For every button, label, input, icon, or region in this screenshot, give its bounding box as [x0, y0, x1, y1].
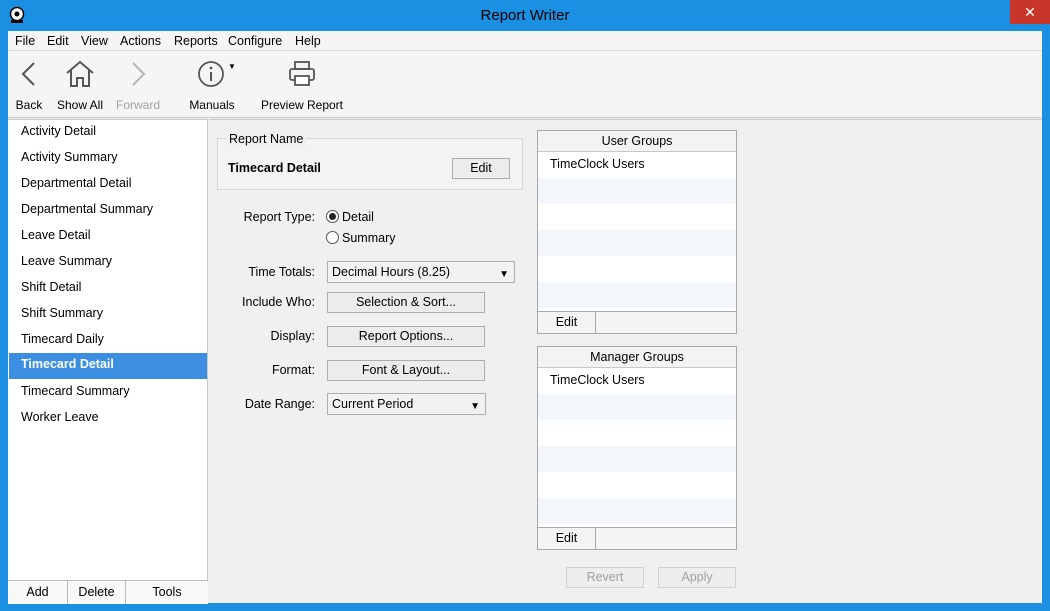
back-label: Back [15, 98, 43, 112]
manager-groups-edit-button[interactable]: Edit [538, 528, 596, 549]
include-who-label: Include Who: [242, 295, 315, 309]
close-button[interactable]: ✕ [1010, 0, 1050, 24]
radio-summary-label[interactable]: Summary [342, 231, 395, 245]
sidebar-item-worker-leave[interactable]: Worker Leave [9, 406, 207, 432]
report-type-label: Report Type: [243, 210, 315, 224]
list-item [538, 204, 736, 230]
user-groups-edit-button[interactable]: Edit [538, 312, 596, 333]
sidebar-item-departmental-summary[interactable]: Departmental Summary [9, 198, 207, 224]
report-list-sidebar: Activity Detail Activity Summary Departm… [8, 119, 208, 604]
date-range-label: Date Range: [244, 397, 315, 411]
manuals-dropdown-icon[interactable]: ▼ [228, 62, 236, 71]
date-range-value: Current Period [332, 397, 414, 411]
radio-detail[interactable] [326, 210, 339, 223]
menu-view[interactable]: View [81, 34, 108, 48]
menu-edit[interactable]: Edit [47, 34, 69, 48]
chevron-down-icon: ▼ [499, 269, 509, 280]
delete-button[interactable]: Delete [68, 581, 126, 604]
sidebar-footer: Add Delete Tools [8, 580, 208, 604]
tools-button[interactable]: Tools [126, 581, 208, 604]
list-item [538, 394, 736, 420]
report-name-legend: Report Name [226, 132, 307, 146]
list-item [538, 498, 736, 524]
forward-button[interactable]: Forward [114, 52, 162, 118]
menu-file[interactable]: File [15, 34, 35, 48]
sidebar-item-shift-detail[interactable]: Shift Detail [9, 276, 207, 302]
forward-label: Forward [115, 98, 160, 112]
menu-configure[interactable]: Configure [228, 34, 282, 48]
time-totals-select[interactable]: Decimal Hours (8.25) ▼ [327, 261, 515, 283]
list-item [538, 446, 736, 472]
back-arrow-icon [21, 62, 35, 86]
show-all-button[interactable]: Show All [54, 52, 106, 118]
manager-groups-header: Manager Groups [538, 347, 736, 368]
sidebar-item-timecard-detail[interactable]: Timecard Detail [9, 353, 207, 379]
format-label: Format: [271, 363, 315, 377]
menu-reports[interactable]: Reports [174, 34, 218, 48]
list-item [538, 282, 736, 308]
font-layout-button[interactable]: Font & Layout... [327, 360, 485, 381]
apply-button[interactable]: Apply [658, 567, 736, 588]
client-area: File Edit View Actions Reports Configure… [8, 31, 1042, 604]
display-label: Display: [270, 329, 315, 343]
edit-name-button[interactable]: Edit [452, 158, 510, 179]
forward-arrow-icon [132, 62, 146, 86]
menu-bar: File Edit View Actions Reports Configure… [8, 31, 1042, 51]
list-item [538, 472, 736, 498]
printer-icon [289, 61, 315, 86]
user-groups-header: User Groups [538, 131, 736, 152]
report-name: Timecard Detail [228, 161, 321, 175]
user-groups-footer: Edit [538, 311, 736, 333]
report-settings-panel: Report Name Timecard Detail Edit Report … [209, 119, 1042, 603]
user-group-item[interactable]: TimeClock Users [538, 152, 736, 178]
window-title: Report Writer [480, 7, 570, 24]
manager-groups-list: Manager Groups TimeClock Users Edit [537, 346, 737, 550]
report-options-button[interactable]: Report Options... [327, 326, 485, 347]
user-groups-list: User Groups TimeClock Users Edit [537, 130, 737, 334]
list-item [538, 420, 736, 446]
manager-groups-footer: Edit [538, 527, 736, 549]
time-totals-value: Decimal Hours (8.25) [332, 265, 451, 279]
sidebar-item-activity-detail[interactable]: Activity Detail [9, 120, 207, 146]
selection-sort-button[interactable]: Selection & Sort... [327, 292, 485, 313]
info-icon [198, 61, 224, 87]
sidebar-item-timecard-daily[interactable]: Timecard Daily [9, 328, 207, 354]
back-button[interactable]: Back [12, 52, 46, 118]
chevron-down-icon: ▼ [470, 401, 480, 412]
show-all-label: Show All [56, 98, 104, 112]
revert-button[interactable]: Revert [566, 567, 644, 588]
sidebar-item-activity-summary[interactable]: Activity Summary [9, 146, 207, 172]
add-button[interactable]: Add [8, 581, 68, 604]
date-range-select[interactable]: Current Period ▼ [327, 393, 486, 415]
preview-report-label: Preview Report [260, 98, 344, 112]
time-totals-label: Time Totals: [248, 265, 315, 279]
toolbar: Back Show All Forward ▼ Manuals Preview … [8, 52, 1042, 118]
sidebar-item-leave-summary[interactable]: Leave Summary [9, 250, 207, 276]
home-icon [66, 60, 94, 87]
list-item [538, 230, 736, 256]
list-item [538, 178, 736, 204]
title-bar[interactable]: Report Writer ✕ [0, 0, 1050, 31]
sidebar-item-shift-summary[interactable]: Shift Summary [9, 302, 207, 328]
list-item [538, 256, 736, 282]
app-window: Report Writer ✕ File Edit View Actions R… [0, 0, 1050, 611]
sidebar-item-leave-detail[interactable]: Leave Detail [9, 224, 207, 250]
manuals-button[interactable]: ▼ Manuals [184, 52, 240, 118]
preview-report-button[interactable]: Preview Report [260, 52, 344, 118]
manuals-label: Manuals [189, 98, 235, 112]
menu-help[interactable]: Help [295, 34, 321, 48]
menu-actions[interactable]: Actions [120, 34, 161, 48]
radio-detail-label[interactable]: Detail [342, 210, 374, 224]
radio-summary[interactable] [326, 231, 339, 244]
sidebar-item-departmental-detail[interactable]: Departmental Detail [9, 172, 207, 198]
manager-group-item[interactable]: TimeClock Users [538, 368, 736, 394]
sidebar-item-timecard-summary[interactable]: Timecard Summary [9, 380, 207, 406]
